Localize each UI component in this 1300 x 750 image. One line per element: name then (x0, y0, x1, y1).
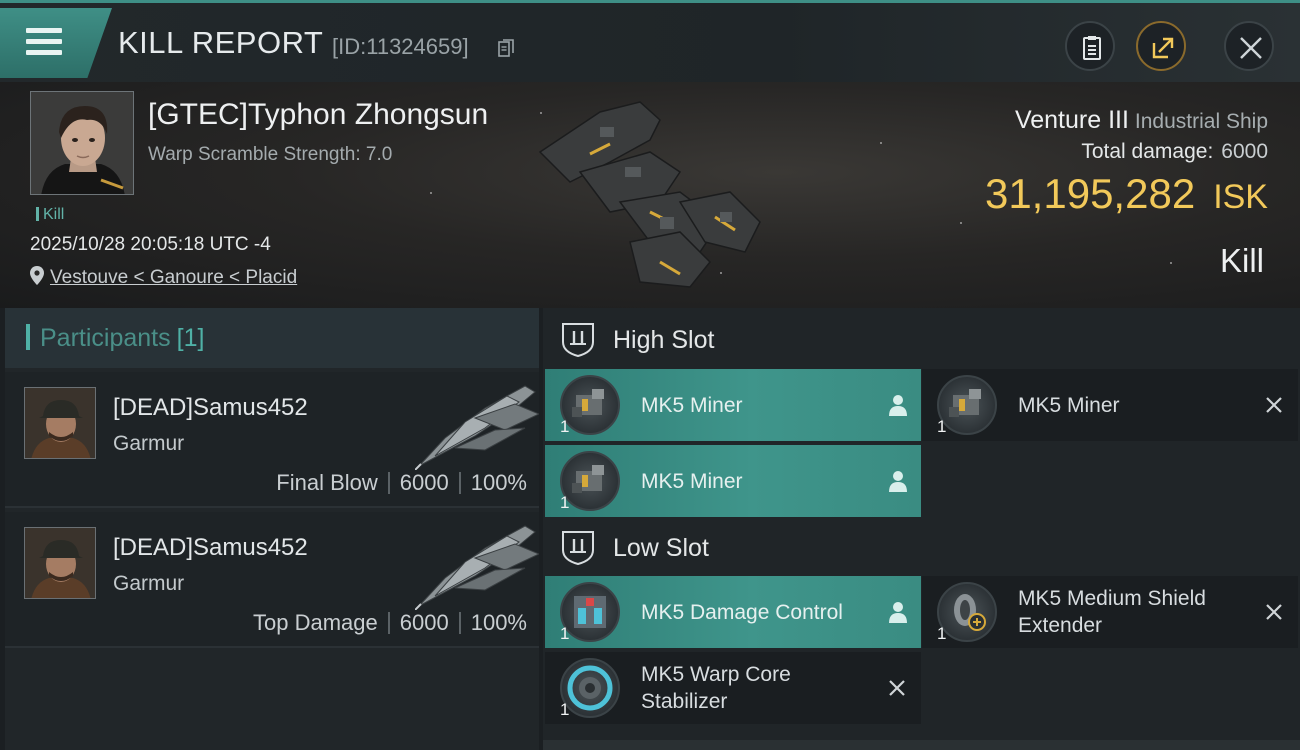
isk-unit: ISK (1213, 178, 1268, 216)
destroyed-x-icon (889, 680, 905, 696)
attacker-ship-image (415, 385, 539, 470)
attacker-ship: Garmur (113, 572, 185, 595)
module-quantity: 1 (560, 417, 570, 436)
clipboard-icon (1083, 36, 1101, 60)
total-damage: Total damage: 6000 (1081, 140, 1268, 164)
module-name: MK5 Miner (641, 393, 743, 417)
attacker-name[interactable]: [DEAD]Samus452 (113, 394, 308, 422)
menu-icon (26, 28, 62, 61)
low-slot-label: Low Slot (613, 534, 709, 562)
module-slot[interactable]: 1 MK5 Damage Control (545, 576, 921, 648)
attacker-row[interactable]: [DEAD]Samus452 Garmur Final Blow 6000 100% (5, 372, 539, 508)
module-name: MK5 Medium Shield Extender (1018, 587, 1206, 637)
victim-name[interactable]: [GTEC]Typhon Zhongsun (148, 98, 488, 132)
header-accent (26, 324, 30, 350)
next-slot-header-partial (543, 740, 1300, 750)
destroyed-x-icon (1266, 604, 1282, 620)
pilot-icon (889, 395, 907, 416)
slot-shield-icon (562, 323, 594, 358)
attacker-percent: 100% (470, 610, 527, 635)
ship-name: Venture III (1014, 106, 1129, 134)
attacker-avatar[interactable] (24, 527, 96, 599)
slot-shield-icon (562, 531, 594, 566)
share-button[interactable] (1136, 21, 1186, 71)
attacker-ship: Garmur (113, 432, 185, 455)
attacker-ship-image (415, 525, 539, 610)
attacker-portrait (25, 388, 95, 458)
location[interactable]: Vestouve < Ganoure < Placid (30, 266, 297, 289)
attacker-name[interactable]: [DEAD]Samus452 (113, 534, 308, 562)
low-slot-header: Low Slot (543, 516, 1300, 576)
module-quantity: 1 (937, 624, 947, 643)
attacker-portrait (25, 528, 95, 598)
attacker-role: Top Damage (253, 610, 378, 635)
victim-ship-image (538, 101, 761, 288)
location-pin-icon (30, 266, 44, 285)
participants-title: Participants [1] (40, 324, 204, 353)
fitting-panel: High Slot 1 MK5 Miner 1 MK5 Miner 1 MK5 … (543, 308, 1300, 750)
report-id: [ID:11324659] (332, 34, 469, 59)
attacker-stats: Top Damage 6000 100% (253, 610, 527, 636)
ship-class: Industrial Ship (1134, 110, 1268, 133)
module-name: MK5 Miner (1018, 393, 1120, 417)
attacker-role: Final Blow (276, 470, 378, 495)
module-quantity: 1 (937, 417, 947, 436)
module-quantity: 1 (560, 624, 570, 643)
high-slot-header: High Slot (543, 308, 1300, 368)
module-name: MK5 Miner (641, 469, 743, 493)
warp-scramble-strength: Warp Scramble Strength: 7.0 (148, 144, 393, 165)
module-quantity: 1 (560, 700, 570, 719)
module-slot[interactable]: 1 MK5 Miner (545, 445, 921, 517)
destroyed-x-icon (1266, 397, 1282, 413)
close-button[interactable] (1224, 21, 1274, 71)
module-quantity: 1 (560, 493, 570, 512)
copy-icon[interactable] (498, 39, 514, 57)
share-icon (1152, 37, 1174, 59)
victim-panel: [GTEC]Typhon Zhongsun Warp Scramble Stre… (0, 82, 1300, 308)
attacker-damage: 6000 (399, 610, 449, 635)
participants-panel: Participants [1] [DEAD]Samus452 Garmur F… (5, 308, 539, 750)
kill-tag: Kill (36, 206, 64, 224)
pilot-icon (889, 471, 907, 492)
attacker-damage: 6000 (399, 470, 449, 495)
close-icon (1240, 37, 1262, 59)
result-label: Kill (1219, 242, 1264, 279)
victim-ship[interactable]: Venture III Industrial Ship (1015, 106, 1268, 135)
module-name: MK5 Damage Control (641, 600, 843, 624)
top-bar: KILL REPORT [ID:11324659] (0, 0, 1300, 82)
attacker-row[interactable]: [DEAD]Samus452 Garmur Top Damage 6000 100% (5, 512, 539, 648)
total-damage-value: 6000 (1221, 140, 1268, 163)
page-title: KILL REPORT (118, 25, 324, 60)
participants-count: [1] (176, 324, 205, 352)
victim-avatar (31, 92, 133, 194)
attacker-avatar[interactable] (24, 387, 96, 459)
victim-portrait[interactable] (30, 91, 134, 195)
module-slot[interactable]: 1 MK5 Warp Core Stabilizer (545, 652, 921, 724)
isk-value: 31,195,282 ISK (985, 170, 1268, 218)
module-slot[interactable]: 1 MK5 Medium Shield Extender (922, 576, 1298, 648)
menu-button[interactable] (0, 8, 112, 78)
clipboard-button[interactable] (1065, 21, 1115, 71)
pilot-icon (889, 602, 907, 623)
total-damage-label: Total damage: (1081, 140, 1214, 163)
high-slot-label: High Slot (613, 326, 715, 354)
location-link[interactable]: Vestouve < Ganoure < Placid (50, 267, 297, 288)
isk-amount: 31,195,282 (984, 170, 1196, 217)
timestamp: 2025/10/28 20:05:18 UTC -4 (30, 234, 271, 255)
attacker-percent: 100% (470, 470, 527, 495)
participants-label: Participants (40, 324, 171, 352)
module-name: MK5 Warp Core Stabilizer (641, 663, 791, 713)
attacker-stats: Final Blow 6000 100% (276, 470, 527, 496)
module-slot[interactable]: 1 MK5 Miner (922, 369, 1298, 441)
module-slot[interactable]: 1 MK5 Miner (545, 369, 921, 441)
participants-header: Participants [1] (5, 308, 539, 368)
